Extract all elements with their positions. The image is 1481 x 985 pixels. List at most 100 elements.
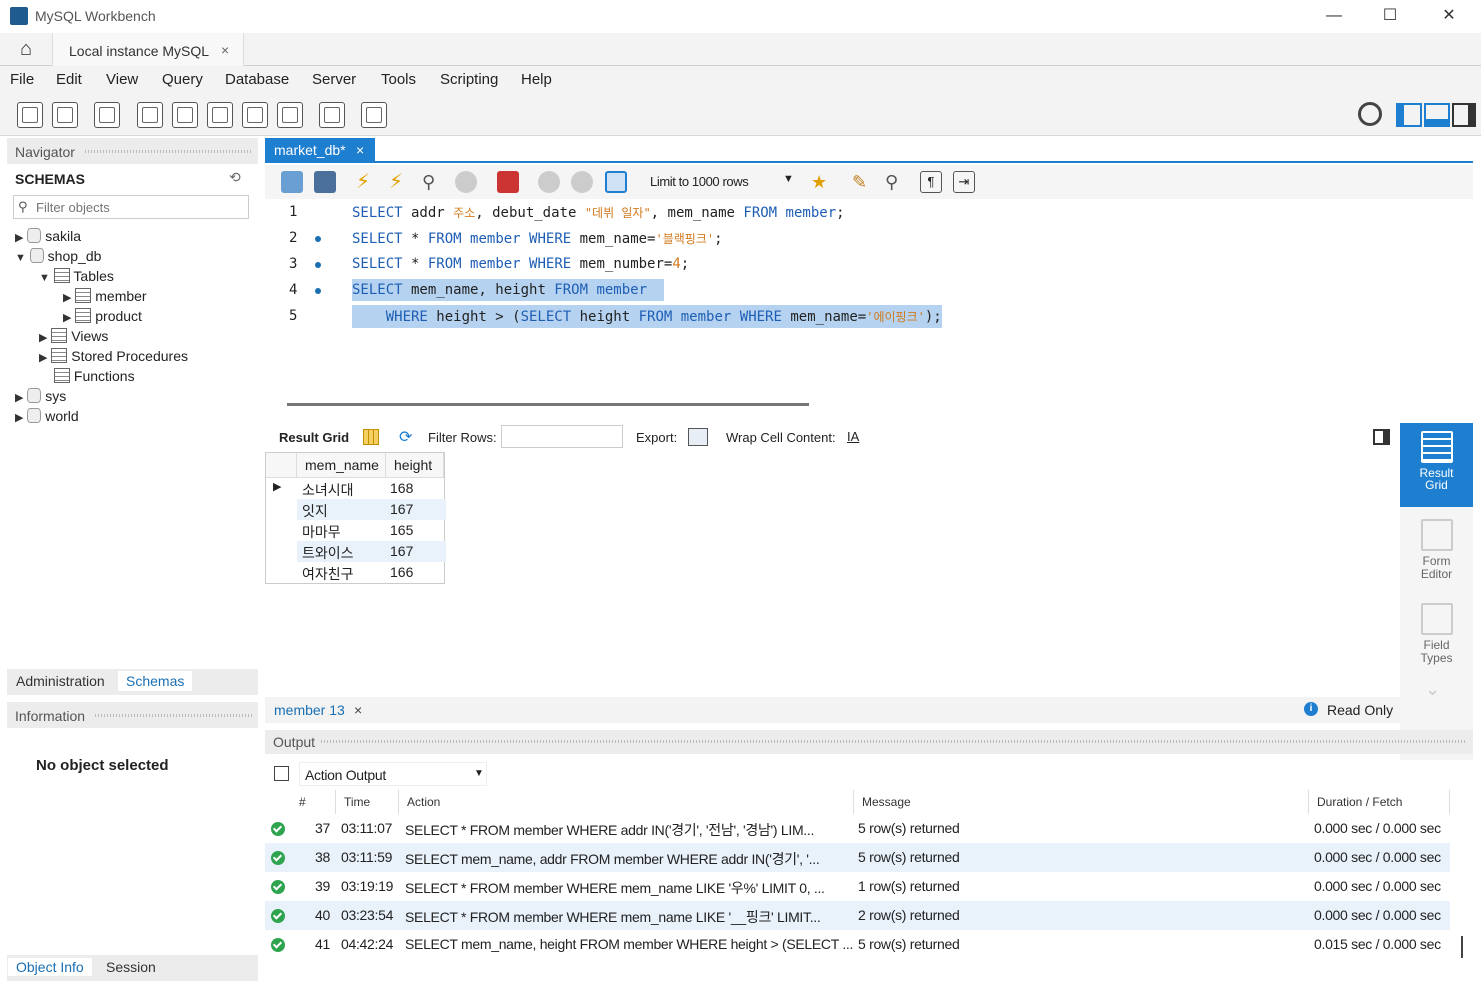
expand-arrow-icon[interactable]: ▶ <box>63 312 71 324</box>
tab-schemas[interactable]: Schemas <box>118 671 193 691</box>
explain-icon[interactable]: ⚲ <box>422 171 444 193</box>
commit-icon[interactable] <box>538 171 560 193</box>
chevron-down-icon[interactable]: ▼ <box>783 173 794 185</box>
add-snippet-star-icon[interactable]: ★ <box>811 171 833 193</box>
connection-tab-close-icon[interactable]: × <box>221 42 229 58</box>
collapse-arrow-icon[interactable]: ▼ <box>39 272 50 284</box>
column-header-height[interactable]: height <box>386 453 444 478</box>
tree-item-shop-db[interactable]: ▼ shop_db <box>15 248 101 264</box>
copy-icon[interactable] <box>274 766 289 781</box>
field-types-view-button[interactable]: Field Types <box>1400 595 1473 675</box>
invisible-chars-icon[interactable]: ¶ <box>920 171 942 193</box>
tab-session[interactable]: Session <box>106 959 156 975</box>
tree-item-sakila[interactable]: ▶ sakila <box>15 228 81 244</box>
menu-help[interactable]: Help <box>521 71 552 88</box>
beautify-icon[interactable]: ✎ <box>852 171 874 193</box>
column-header-message[interactable]: Message <box>856 790 1309 814</box>
menu-tools[interactable]: Tools <box>381 71 416 88</box>
maximize-button[interactable]: ☐ <box>1368 4 1412 28</box>
query-tab-market-db[interactable]: market_db* × <box>265 138 375 163</box>
expand-arrow-icon[interactable]: ▶ <box>15 412 23 424</box>
filter-objects-input[interactable] <box>36 198 241 216</box>
tree-item-stored-procedures[interactable]: ▶ Stored Procedures <box>39 348 188 364</box>
new-sql-tab-icon[interactable] <box>17 102 43 128</box>
create-table-icon[interactable] <box>172 102 198 128</box>
expand-arrow-icon[interactable]: ▶ <box>39 352 47 364</box>
expand-arrow-icon[interactable]: ▶ <box>15 392 23 404</box>
toggle-error-icon[interactable] <box>497 171 519 193</box>
cell-mem-name[interactable]: 소녀시대 <box>302 480 354 500</box>
editor-horizontal-scrollbar[interactable] <box>287 403 809 406</box>
expand-arrow-icon[interactable]: ▶ <box>63 292 71 304</box>
query-tab-close-icon[interactable]: × <box>356 142 364 158</box>
cell-mem-name[interactable]: 트와이스 <box>302 543 354 563</box>
menu-view[interactable]: View <box>106 71 138 88</box>
cell-height[interactable]: 165 <box>390 522 413 538</box>
cell-height[interactable]: 167 <box>390 543 413 559</box>
result-grid[interactable]: mem_name height ▶ 소녀시대 168 잇지 167 마마무 16… <box>265 452 446 584</box>
toggle-secondary-sidebar-icon[interactable] <box>1452 103 1476 127</box>
expand-arrow-icon[interactable]: ▶ <box>39 332 47 344</box>
open-file-icon[interactable] <box>281 171 303 193</box>
output-row[interactable]: 37 03:11:07 SELECT * FROM member WHERE a… <box>265 814 1450 843</box>
menu-scripting[interactable]: Scripting <box>440 71 498 88</box>
word-wrap-icon[interactable]: ⇥ <box>953 171 975 193</box>
wrap-cell-icon[interactable]: IA <box>847 429 859 444</box>
create-function-icon[interactable] <box>277 102 303 128</box>
result-tab-close-icon[interactable]: × <box>354 702 362 718</box>
menu-file[interactable]: File <box>10 71 34 88</box>
minimize-button[interactable]: — <box>1312 4 1356 28</box>
menu-edit[interactable]: Edit <box>56 71 82 88</box>
table-row[interactable]: 잇지 167 <box>266 499 446 520</box>
output-row[interactable]: 40 03:23:54 SELECT * FROM member WHERE m… <box>265 901 1450 930</box>
collapse-arrow-icon[interactable]: ▼ <box>15 252 26 264</box>
cell-height[interactable]: 168 <box>390 480 413 496</box>
refresh-icon[interactable]: ⟳ <box>399 427 412 447</box>
cell-height[interactable]: 167 <box>390 501 413 517</box>
tree-item-functions[interactable]: Functions <box>54 368 135 384</box>
result-grid-view-button[interactable]: Result Grid <box>1400 423 1473 507</box>
output-vertical-scrollbar[interactable] <box>1461 936 1463 958</box>
cell-mem-name[interactable]: 잇지 <box>302 501 328 521</box>
cell-mem-name[interactable]: 여자친구 <box>302 564 354 584</box>
table-row[interactable]: 마마무 165 <box>266 520 446 541</box>
tree-item-tables[interactable]: ▼ Tables <box>39 268 114 284</box>
grid-layout-icon[interactable] <box>363 429 379 445</box>
export-icon[interactable] <box>688 428 708 446</box>
create-procedure-icon[interactable] <box>242 102 268 128</box>
menu-query[interactable]: Query <box>162 71 203 88</box>
column-header-num[interactable]: # <box>293 790 336 814</box>
tree-item-views[interactable]: ▶ Views <box>39 328 108 344</box>
column-header-duration[interactable]: Duration / Fetch <box>1311 790 1450 814</box>
tab-administration[interactable]: Administration <box>16 673 105 689</box>
table-row[interactable]: 여자친구 166 <box>266 562 446 583</box>
scroll-down-chevron-icon[interactable]: ⌄ <box>1425 679 1440 700</box>
table-row[interactable]: ▶ 소녀시대 168 <box>266 478 446 499</box>
search-table-data-icon[interactable] <box>319 102 345 128</box>
autocommit-icon[interactable] <box>605 171 627 193</box>
expand-arrow-icon[interactable]: ▶ <box>15 232 23 244</box>
tree-item-world[interactable]: ▶ world <box>15 408 79 424</box>
open-sql-script-icon[interactable] <box>52 102 78 128</box>
stop-icon[interactable] <box>455 171 477 193</box>
inspector-icon[interactable] <box>94 102 120 128</box>
form-editor-view-button[interactable]: Form Editor <box>1400 511 1473 591</box>
output-row[interactable]: 41 04:42:24 SELECT mem_name, height FROM… <box>265 930 1450 959</box>
close-button[interactable]: ✕ <box>1427 4 1471 28</box>
execute-current-icon[interactable]: ⚡ <box>389 171 411 193</box>
rollback-icon[interactable] <box>571 171 593 193</box>
reconnect-icon[interactable] <box>361 102 387 128</box>
tree-item-sys[interactable]: ▶ sys <box>15 388 66 404</box>
settings-gear-icon[interactable] <box>1358 102 1382 126</box>
home-icon[interactable]: ⌂ <box>0 33 52 66</box>
menu-server[interactable]: Server <box>312 71 356 88</box>
table-row[interactable]: 트와이스 167 <box>266 541 446 562</box>
output-row[interactable]: 39 03:19:19 SELECT * FROM member WHERE m… <box>265 872 1450 901</box>
execute-icon[interactable]: ⚡ <box>356 171 378 193</box>
column-header-mem-name[interactable]: mem_name <box>297 453 386 478</box>
create-schema-icon[interactable] <box>137 102 163 128</box>
tree-item-product[interactable]: ▶ product <box>63 308 142 324</box>
column-header-action[interactable]: Action <box>401 790 854 814</box>
output-row[interactable]: 38 03:11:59 SELECT mem_name, addr FROM m… <box>265 843 1450 872</box>
action-output-dropdown[interactable]: Action Output ▼ <box>299 762 487 786</box>
